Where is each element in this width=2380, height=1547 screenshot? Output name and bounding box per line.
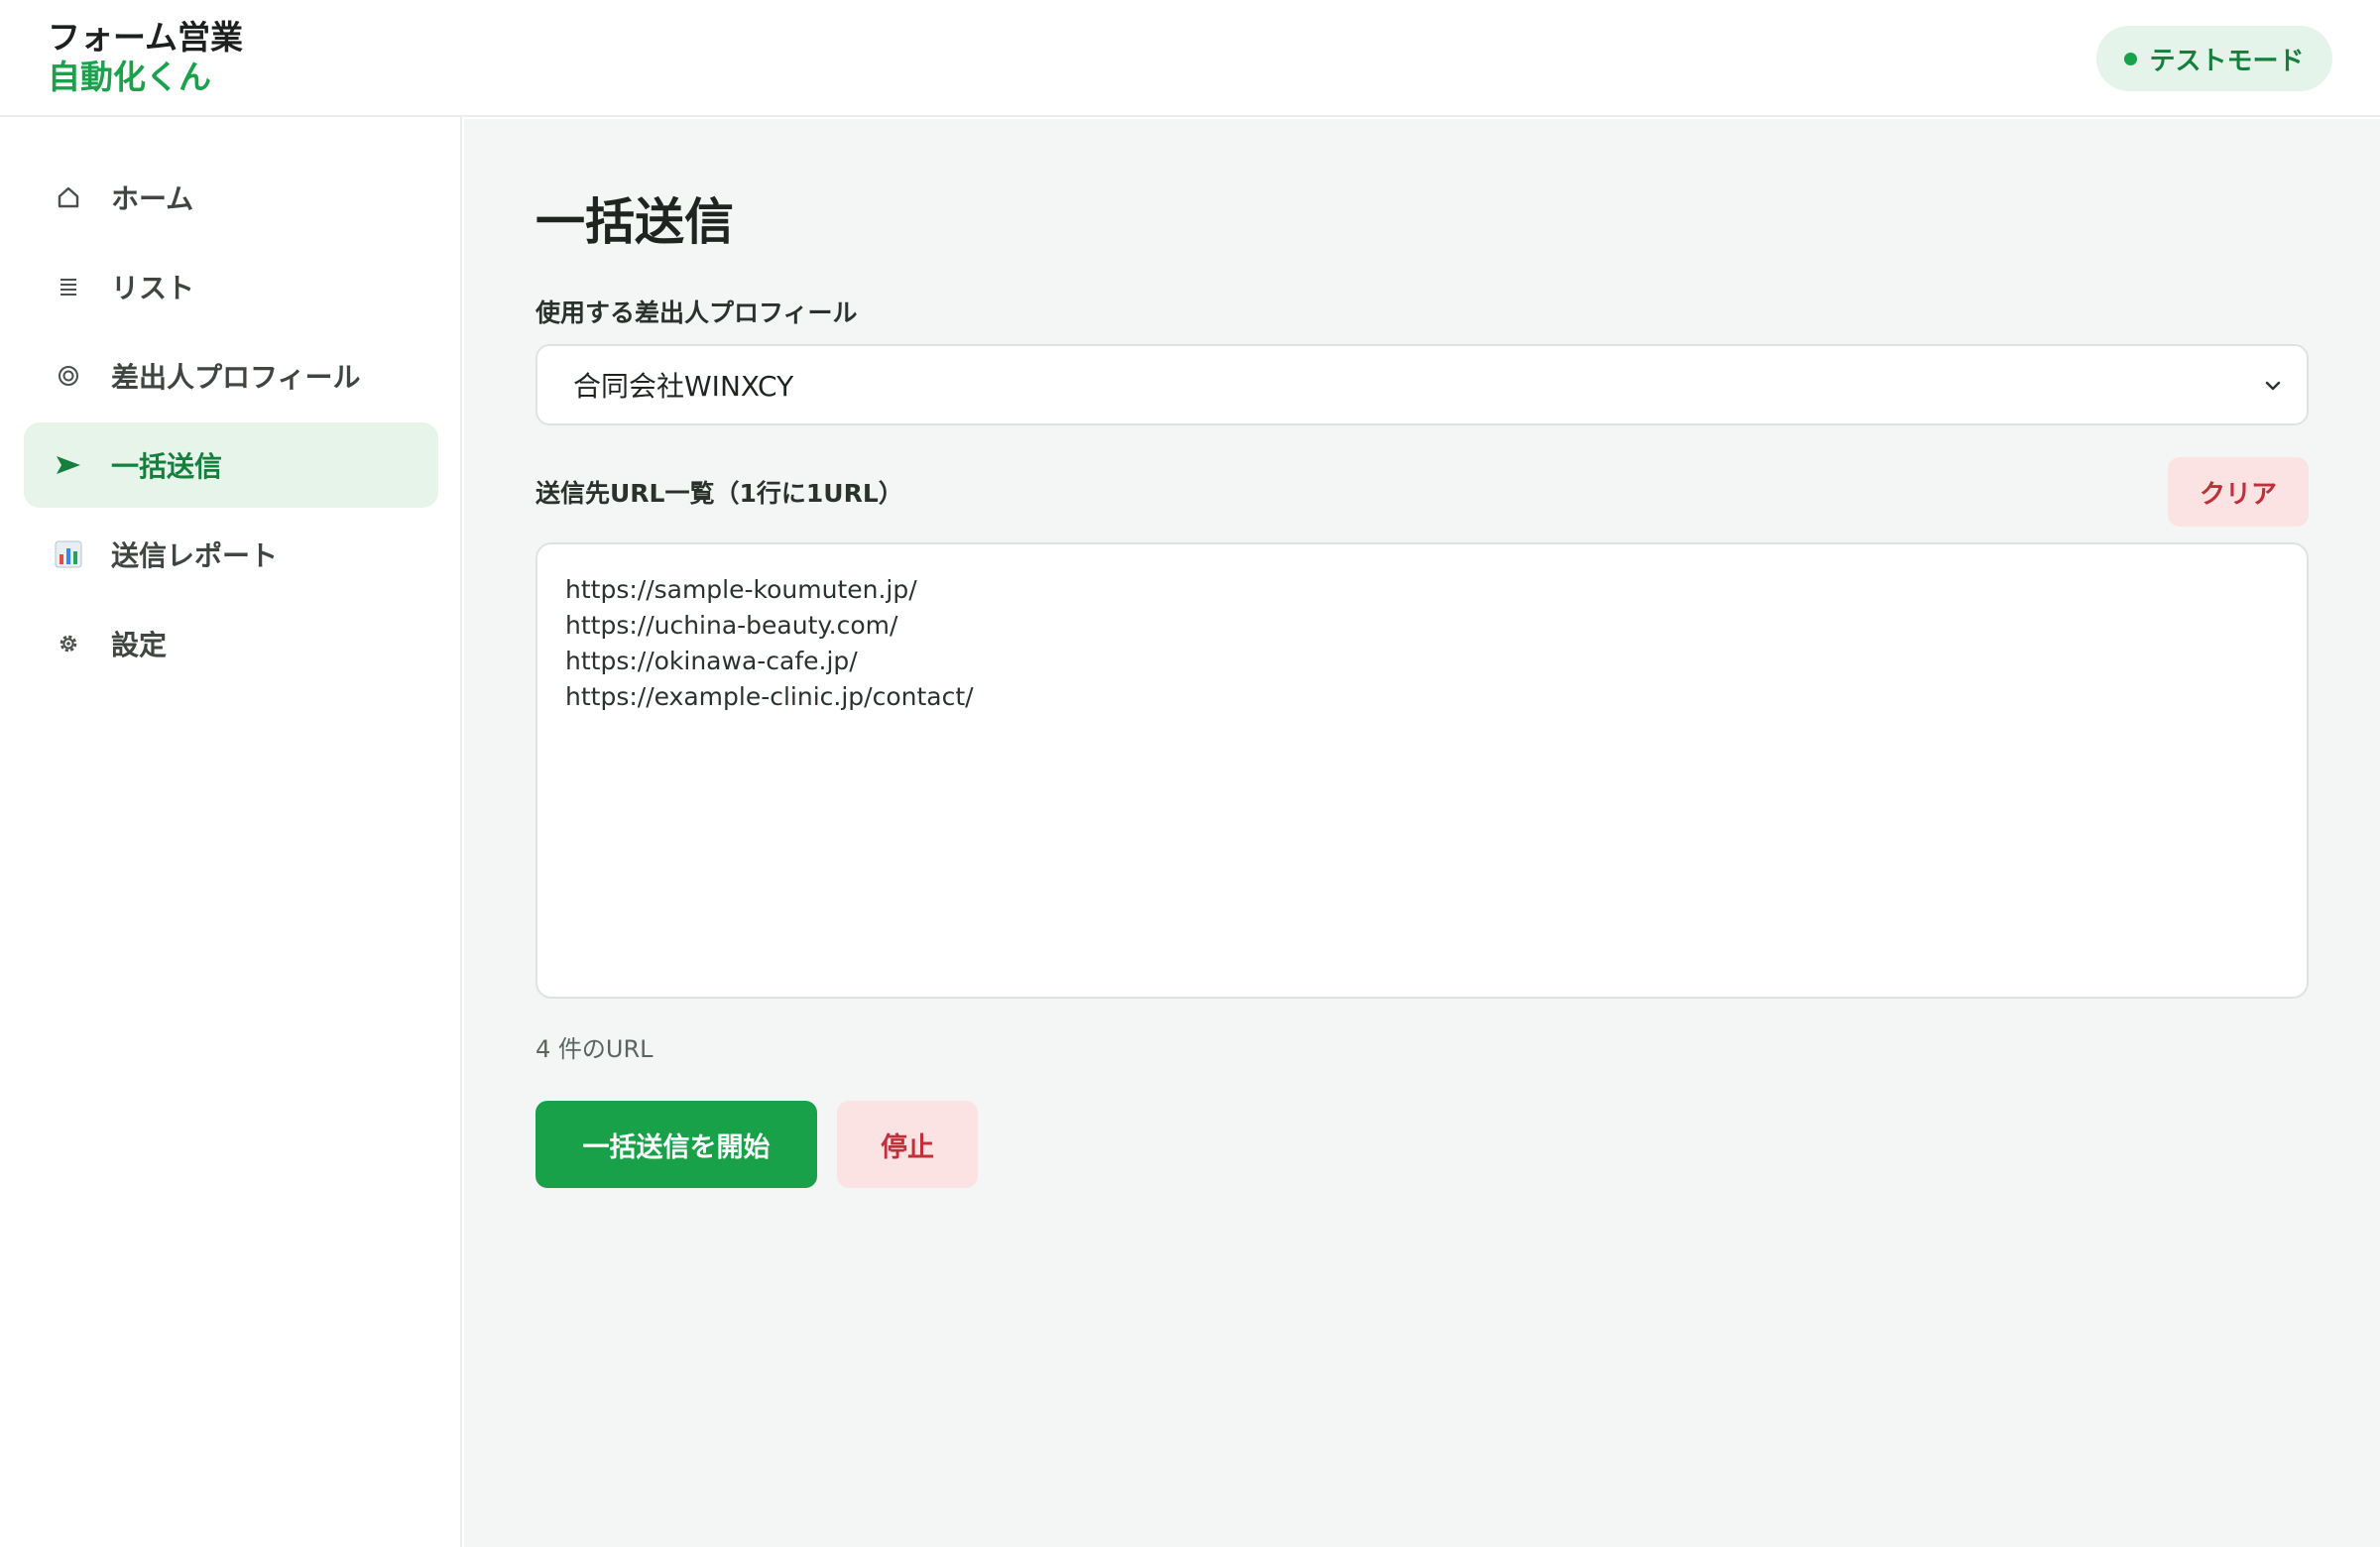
profile-icon [52,359,85,393]
profile-select[interactable]: 合同会社WINXCY [536,344,2309,425]
url-line: https://okinawa-cafe.jp/ [565,647,858,675]
urls-label: 送信先URL一覧（1行に1URL） [536,479,903,508]
sidebar-item-label: リスト [111,272,195,304]
sidebar-item-label: ホーム [111,182,194,215]
main-content: 一括送信 使用する差出人プロフィール 合同会社WINXCY 送信先URL一覧（1… [464,119,2380,1547]
sidebar-item-list[interactable]: リスト [24,244,438,329]
sidebar-item-send-report[interactable]: 送信レポート [24,512,438,597]
bar-chart-icon [52,537,85,571]
start-bulk-send-button[interactable]: 一括送信を開始 [536,1101,817,1188]
chevron-down-icon [2265,381,2281,391]
sidebar-item-bulk-send[interactable]: 一括送信 [24,422,438,508]
url-line: https://example-clinic.jp/contact/ [565,682,974,711]
logo-subtitle: 自動化くん [48,58,211,96]
app-header: フォーム営業 自動化くん テストモード [0,0,2380,117]
logo-title: フォーム営業 [48,18,244,57]
sidebar-item-label: 一括送信 [111,450,223,483]
clear-button[interactable]: クリア [2168,457,2309,527]
sidebar-item-label: 送信レポート [111,539,279,572]
url-line: https://uchina-beauty.com/ [565,611,898,640]
stop-button[interactable]: 停止 [837,1101,978,1188]
test-mode-label: テストモード [2149,46,2305,76]
app-logo[interactable]: フォーム営業 自動化くん [48,18,243,97]
list-icon [52,270,85,303]
url-line: https://sample-koumuten.jp/ [565,575,917,604]
test-mode-badge: テストモード [2096,26,2332,91]
gear-icon [52,627,85,660]
status-dot-icon [2124,52,2138,65]
url-count: 4 件のURL [536,1035,654,1063]
profile-select-value: 合同会社WINXCY [573,370,794,403]
sidebar-item-label: 差出人プロフィール [111,361,361,394]
sidebar-item-label: 設定 [111,629,168,661]
sidebar-item-home[interactable]: ホーム [24,155,438,240]
send-icon [52,448,85,482]
url-list-textarea[interactable]: https://sample-koumuten.jp/ https://uchi… [536,542,2309,999]
page-title: 一括送信 [536,193,734,251]
sidebar-item-settings[interactable]: 設定 [24,601,438,686]
sidebar-item-sender-profile[interactable]: 差出人プロフィール [24,333,438,418]
profile-label: 使用する差出人プロフィール [536,298,858,327]
home-icon [52,180,85,214]
sidebar: ホーム リスト 差出人プロフィール 一括送信 送信レポート 設定 [0,117,462,1547]
